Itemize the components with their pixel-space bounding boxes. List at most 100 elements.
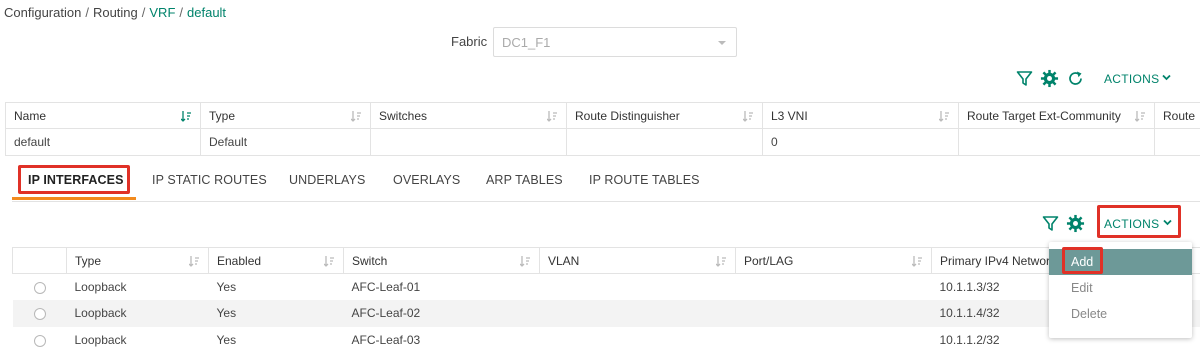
cell-type: Loopback bbox=[66, 300, 209, 327]
column-header-switches[interactable]: Switches bbox=[370, 102, 567, 129]
column-header-route-target[interactable]: Route Target Ext-Community bbox=[958, 102, 1155, 129]
column-header-vlan[interactable]: VLAN bbox=[539, 247, 736, 274]
column-header-label: Route bbox=[1163, 108, 1196, 123]
column-header-label: Type bbox=[209, 108, 236, 123]
row-select-cell bbox=[13, 274, 67, 301]
chevron-down-icon[interactable] bbox=[1162, 74, 1171, 81]
sort-icon[interactable] bbox=[912, 255, 923, 267]
column-header-label: Switches bbox=[379, 108, 428, 123]
row-radio-button[interactable] bbox=[33, 308, 46, 321]
cell-switch: AFC-Leaf-01 bbox=[351, 280, 421, 294]
table-row[interactable]: Loopback Yes AFC-Leaf-03 10.1.1.2/32 bbox=[13, 327, 1200, 354]
column-header-enabled[interactable]: Enabled bbox=[208, 247, 344, 274]
sort-icon[interactable] bbox=[939, 110, 950, 122]
breadcrumb-separator: / bbox=[85, 5, 89, 20]
column-header-switch[interactable]: Switch bbox=[343, 247, 540, 274]
cell-vlan bbox=[540, 274, 736, 301]
cell-switches bbox=[370, 128, 567, 156]
cell-port-lag bbox=[736, 327, 932, 354]
cell-route-target bbox=[958, 128, 1155, 156]
sort-icon[interactable] bbox=[324, 255, 335, 267]
table-row[interactable]: Loopback Yes AFC-Leaf-02 10.1.1.4/32 bbox=[12, 300, 1200, 327]
settings-gear-icon[interactable] bbox=[1040, 69, 1059, 88]
column-header-label: Primary IPv4 Network bbox=[940, 253, 1057, 268]
sort-icon[interactable] bbox=[1135, 110, 1146, 122]
sort-icon[interactable] bbox=[189, 255, 200, 267]
column-header-label: VLAN bbox=[548, 253, 580, 268]
row-select-cell bbox=[13, 327, 67, 354]
column-header-label: Route Distinguisher bbox=[575, 108, 680, 123]
ip-interfaces-table: Type Enabled Switch VLAN Port/LAG Primar… bbox=[12, 247, 1200, 353]
cell-enabled: Yes bbox=[216, 280, 237, 294]
sort-icon[interactable] bbox=[743, 110, 754, 122]
row-radio-button[interactable] bbox=[33, 281, 46, 294]
settings-gear-icon[interactable] bbox=[1066, 214, 1085, 233]
breadcrumb-configuration[interactable]: Configuration bbox=[4, 5, 81, 20]
tab-ip-route-tables[interactable]: IP ROUTE TABLES bbox=[589, 173, 700, 187]
column-header-label: Name bbox=[14, 108, 47, 123]
highlight-box bbox=[1097, 205, 1181, 238]
column-header-name[interactable]: Name bbox=[5, 102, 201, 129]
fabric-label: Fabric bbox=[451, 34, 488, 49]
column-header-l3-vni[interactable]: L3 VNI bbox=[762, 102, 959, 129]
column-header-label: Switch bbox=[352, 253, 388, 268]
column-header-route[interactable]: Route bbox=[1154, 102, 1200, 129]
sort-icon[interactable] bbox=[520, 255, 531, 267]
tab-arp-tables[interactable]: ARP TABLES bbox=[486, 173, 563, 187]
column-header-label: L3 VNI bbox=[771, 108, 808, 123]
breadcrumb-routing[interactable]: Routing bbox=[93, 5, 138, 20]
column-header-label: Enabled bbox=[217, 253, 262, 268]
sort-icon[interactable] bbox=[181, 110, 192, 122]
fabric-select[interactable]: DC1_F1 bbox=[493, 27, 737, 57]
cell-enabled: Yes bbox=[208, 300, 344, 327]
cell-name: default bbox=[5, 128, 201, 156]
column-header-label: Type bbox=[75, 253, 102, 268]
highlight-box bbox=[1062, 247, 1103, 274]
cell-type: Default bbox=[200, 128, 371, 156]
active-tab-indicator bbox=[12, 197, 136, 200]
sort-icon[interactable] bbox=[547, 110, 558, 122]
tab-underlays[interactable]: UNDERLAYS bbox=[289, 173, 365, 187]
cell-switch: AFC-Leaf-03 bbox=[351, 332, 421, 347]
menu-item-delete[interactable]: Delete bbox=[1049, 301, 1192, 327]
tab-bar: IP INTERFACES IP STATIC ROUTES UNDERLAYS… bbox=[12, 166, 1200, 202]
tab-ip-static-routes[interactable]: IP STATIC ROUTES bbox=[152, 173, 267, 187]
menu-item-edit[interactable]: Edit bbox=[1049, 275, 1192, 301]
top-actions-button[interactable]: ACTIONS bbox=[1104, 72, 1159, 86]
filter-icon[interactable] bbox=[1016, 70, 1033, 87]
fabric-select-value: DC1_F1 bbox=[502, 35, 551, 50]
column-header-label: Route Target Ext-Community bbox=[967, 108, 1121, 123]
cell-l3-vni: 0 bbox=[762, 128, 959, 156]
cell-port-lag bbox=[735, 300, 932, 327]
chevron-down-icon bbox=[718, 41, 726, 45]
vrf-table: Name Type Switches Route Distinguisher L… bbox=[5, 102, 1200, 156]
sort-icon[interactable] bbox=[716, 255, 727, 267]
column-header-select bbox=[12, 247, 67, 274]
sort-icon[interactable] bbox=[351, 110, 362, 122]
breadcrumb-separator: / bbox=[141, 5, 146, 20]
table-row[interactable]: default Default 0 bbox=[5, 128, 1200, 156]
breadcrumb: Configuration / Routing / VRF / default bbox=[4, 5, 226, 20]
breadcrumb-separator: / bbox=[179, 5, 184, 20]
column-header-type[interactable]: Type bbox=[200, 102, 371, 129]
column-header-type[interactable]: Type bbox=[66, 247, 209, 274]
cell-route bbox=[1154, 128, 1200, 156]
cell-switch: AFC-Leaf-02 bbox=[343, 300, 540, 327]
refresh-icon[interactable] bbox=[1067, 70, 1084, 87]
filter-icon[interactable] bbox=[1042, 215, 1059, 232]
breadcrumb-default[interactable]: default bbox=[187, 5, 226, 20]
highlight-box bbox=[18, 165, 130, 194]
breadcrumb-vrf[interactable]: VRF bbox=[149, 5, 175, 20]
cell-route-distinguisher bbox=[566, 128, 763, 156]
row-radio-button[interactable] bbox=[33, 334, 46, 347]
column-header-label: Port/LAG bbox=[744, 253, 794, 268]
cell-port-lag bbox=[736, 274, 932, 301]
column-header-route-distinguisher[interactable]: Route Distinguisher bbox=[566, 102, 763, 129]
row-select-cell bbox=[12, 300, 67, 327]
tab-overlays[interactable]: OVERLAYS bbox=[393, 173, 460, 187]
cell-vlan bbox=[539, 300, 736, 327]
table-row[interactable]: Loopback Yes AFC-Leaf-01 10.1.1.3/32 bbox=[13, 274, 1200, 301]
cell-type: Loopback bbox=[74, 280, 127, 294]
cell-type: Loopback bbox=[74, 332, 127, 347]
column-header-port-lag[interactable]: Port/LAG bbox=[735, 247, 932, 274]
